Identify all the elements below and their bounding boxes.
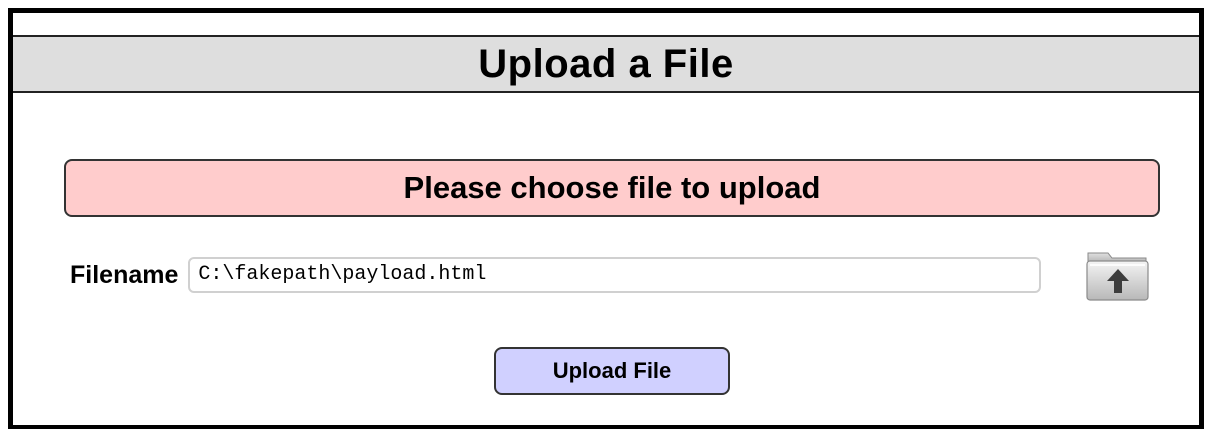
filename-label: Filename <box>70 260 179 289</box>
upload-panel: Upload a File Please choose file to uplo… <box>8 8 1204 429</box>
browse-button[interactable] <box>1084 247 1152 303</box>
upload-file-button[interactable]: Upload File <box>494 347 730 395</box>
status-alert: Please choose file to upload <box>64 159 1160 217</box>
upload-file-label: Upload File <box>552 358 672 383</box>
filename-input[interactable]: C:\fakepath\payload.html <box>188 257 1042 293</box>
folder-upload-icon <box>1086 252 1149 301</box>
file-row: Filename C:\fakepath\payload.html <box>70 249 1042 301</box>
page-title: Upload a File <box>478 41 734 86</box>
title-bar: Upload a File <box>13 35 1199 93</box>
alert-message: Please choose file to upload <box>403 170 821 205</box>
